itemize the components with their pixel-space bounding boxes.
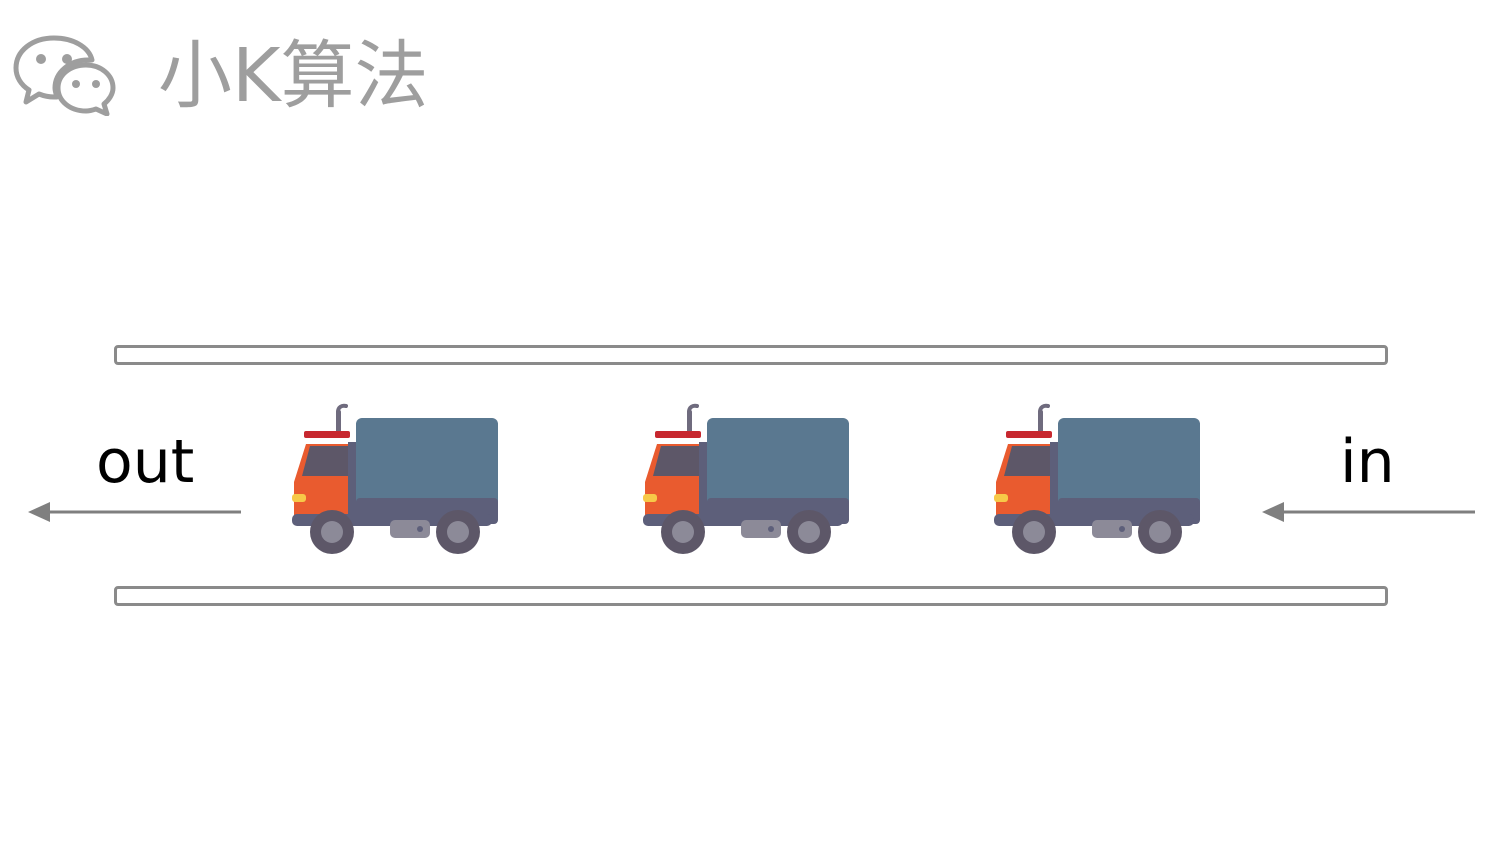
in-arrow	[1262, 502, 1475, 522]
out-label: out	[96, 427, 195, 497]
watermark-text: 小K算法	[158, 33, 429, 119]
out-arrow	[28, 502, 241, 522]
road-bottom-rail	[114, 586, 1388, 606]
truck-icon	[994, 403, 1200, 554]
in-label: in	[1340, 427, 1395, 497]
road-top-rail	[114, 345, 1388, 365]
truck-icon	[292, 403, 498, 554]
wechat-icon	[13, 35, 116, 116]
truck-icon	[643, 403, 849, 554]
